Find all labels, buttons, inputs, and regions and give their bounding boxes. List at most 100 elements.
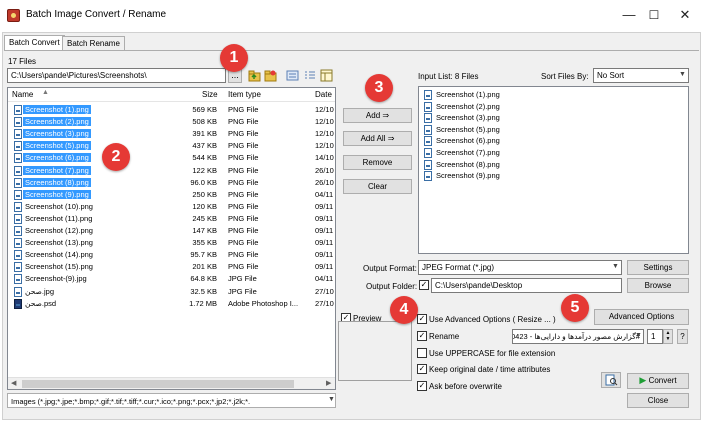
file-size: 569 KB: [192, 105, 217, 114]
column-size[interactable]: Size: [202, 90, 218, 99]
maximize-button[interactable]: ☐: [639, 4, 669, 26]
view-list-icon[interactable]: [303, 69, 316, 82]
table-row[interactable]: Screenshot (12).png 147 KB PNG File 09/11: [8, 225, 335, 237]
list-item[interactable]: Screenshot (5).png: [419, 124, 687, 136]
file-size: 508 KB: [192, 117, 217, 127]
sort-files-select[interactable]: No Sort: [593, 68, 689, 83]
table-row[interactable]: Screenshot (3).png 391 KB PNG File 12/10: [8, 128, 335, 140]
table-row[interactable]: Screenshot (13).png 355 KB PNG File 09/11: [8, 237, 335, 249]
source-path-field[interactable]: C:\Users\pande\Pictures\Screenshots\: [7, 68, 226, 83]
rename-label: Rename: [429, 332, 460, 341]
chevron-down-icon[interactable]: ▼: [328, 396, 335, 403]
column-item-type[interactable]: Item type: [228, 90, 261, 99]
rename-start-number-field[interactable]: 1: [647, 329, 663, 344]
folder-up-icon[interactable]: [248, 69, 261, 82]
file-date: 04/11: [315, 274, 334, 284]
table-row[interactable]: Screenshot (8).png 96.0 KB PNG File 26/10: [8, 177, 335, 189]
tab-batch-rename[interactable]: Batch Rename: [62, 36, 125, 50]
output-format-select[interactable]: JPEG Format (*.jpg): [418, 260, 622, 275]
file-name: Screenshot (5).png: [23, 141, 91, 151]
remove-button[interactable]: Remove: [343, 155, 412, 170]
file-date: 09/11: [315, 262, 334, 272]
table-row[interactable]: Screenshot (5).png 437 KB PNG File 12/10: [8, 140, 335, 152]
file-size: 122 KB: [192, 165, 217, 175]
table-row[interactable]: Screenshot (9).png 250 KB PNG File 04/11: [8, 189, 335, 201]
file-size: 147 KB: [192, 226, 217, 235]
new-folder-icon[interactable]: [264, 69, 277, 82]
view-icons-icon[interactable]: [286, 69, 299, 82]
rename-pattern-field[interactable]: #گزارش مصور درآمدها و دارایی‌ها - 950423: [512, 329, 644, 344]
file-size: 95.7 KB: [190, 250, 217, 260]
list-item[interactable]: Screenshot (7).png: [419, 147, 687, 159]
file-icon: [14, 105, 22, 115]
input-file-name: Screenshot (3).png: [436, 113, 500, 123]
table-row[interactable]: Screenshot (14).png 95.7 KB PNG File 09/11: [8, 249, 335, 261]
ask-overwrite-checkbox[interactable]: ✓: [417, 381, 427, 391]
help-button[interactable]: ?: [677, 329, 688, 344]
output-format-label: Output Format:: [363, 264, 417, 273]
app-icon: [7, 9, 20, 22]
list-item[interactable]: Screenshot (1).png: [419, 89, 687, 101]
table-row[interactable]: صحن.jpg 32.5 KB JPG File 27/10: [8, 286, 335, 298]
list-item[interactable]: Screenshot (3).png: [419, 112, 687, 124]
list-item[interactable]: Screenshot (9).png: [419, 170, 687, 182]
sort-files-label: Sort Files By:: [541, 72, 589, 81]
chevron-down-icon[interactable]: ▼: [679, 71, 686, 78]
file-type: PNG File: [228, 262, 259, 272]
chevron-down-icon[interactable]: ▼: [635, 332, 642, 339]
output-folder-checkbox[interactable]: ✓: [419, 280, 429, 290]
view-details-icon[interactable]: [320, 69, 333, 82]
file-size: 96.0 KB: [190, 177, 217, 187]
scroll-left-arrow-icon[interactable]: ◀: [11, 379, 16, 387]
close-window-button[interactable]: ✕: [670, 4, 700, 26]
table-row[interactable]: Screenshot (7).png 122 KB PNG File 26/10: [8, 165, 335, 177]
use-advanced-checkbox[interactable]: ✓: [417, 314, 427, 324]
file-name: Screenshot-(9).jpg: [25, 274, 87, 284]
add-all-button[interactable]: Add All ⇒: [343, 131, 412, 146]
list-item[interactable]: Screenshot (2).png: [419, 101, 687, 113]
file-date: 14/10: [315, 153, 334, 163]
table-row[interactable]: Screenshot (10).png 120 KB PNG File 09/11: [8, 201, 335, 213]
horizontal-scrollbar[interactable]: ◀ ▶: [8, 377, 335, 389]
file-name: صحن.jpg: [25, 286, 55, 296]
file-type-filter[interactable]: Images (*.jpg;*.jpe;*.bmp;*.gif;*.tif;*.…: [7, 393, 336, 408]
preview-document-button[interactable]: [601, 372, 621, 388]
file-list[interactable]: Name ▲ Size Item type Date Screenshot (1…: [7, 87, 336, 390]
uppercase-extension-checkbox[interactable]: [417, 348, 427, 358]
file-icon: [14, 117, 22, 128]
file-icon: [14, 129, 22, 140]
advanced-options-button[interactable]: Advanced Options: [594, 309, 689, 325]
rename-checkbox[interactable]: ✓: [417, 331, 427, 341]
settings-button[interactable]: Settings: [627, 260, 689, 275]
list-item[interactable]: Screenshot (6).png: [419, 135, 687, 147]
file-icon: [14, 226, 22, 236]
scroll-right-arrow-icon[interactable]: ▶: [326, 379, 331, 387]
output-folder-field[interactable]: C:\Users\pande\Desktop: [431, 278, 622, 293]
tab-divider: [4, 50, 699, 51]
scrollbar-thumb[interactable]: [22, 380, 294, 388]
table-row[interactable]: Screenshot (2).png 508 KB PNG File 12/10: [8, 116, 335, 128]
table-row[interactable]: Screenshot (15).png 201 KB PNG File 09/11: [8, 261, 335, 273]
column-date[interactable]: Date: [315, 90, 332, 99]
number-spinner[interactable]: ▲ ▼: [663, 329, 673, 344]
list-item[interactable]: Screenshot (8).png: [419, 159, 687, 171]
tab-batch-convert[interactable]: Batch Convert: [4, 35, 65, 50]
clear-button[interactable]: Clear: [343, 179, 412, 194]
convert-button[interactable]: ▶ Convert: [627, 373, 689, 389]
column-name[interactable]: Name: [12, 90, 33, 99]
file-type: PNG File: [228, 213, 259, 223]
table-row[interactable]: Screenshot-(9).jpg 64.8 KB JPG File 04/11: [8, 273, 335, 285]
table-row[interactable]: صحن.psd 1.72 MB Adobe Photoshop I... 27/10: [8, 298, 335, 310]
browse-output-button[interactable]: Browse: [627, 278, 689, 293]
table-row[interactable]: Screenshot (1).png 569 KB PNG File 12/10: [8, 104, 335, 116]
input-list[interactable]: Screenshot (1).png Screenshot (2).png Scre…: [418, 86, 689, 254]
add-button[interactable]: Add ⇒: [343, 108, 412, 123]
table-row[interactable]: Screenshot (11).png 245 KB PNG File 09/11: [8, 213, 335, 225]
chevron-down-icon[interactable]: ▼: [612, 263, 619, 270]
file-size: 201 KB: [192, 262, 217, 272]
file-type: PNG File: [228, 153, 259, 163]
keep-date-checkbox[interactable]: ✓: [417, 364, 427, 374]
table-row[interactable]: Screenshot (6).png 544 KB PNG File 14/10: [8, 152, 335, 164]
close-button[interactable]: Close: [627, 393, 689, 408]
file-type: PNG File: [228, 165, 259, 175]
